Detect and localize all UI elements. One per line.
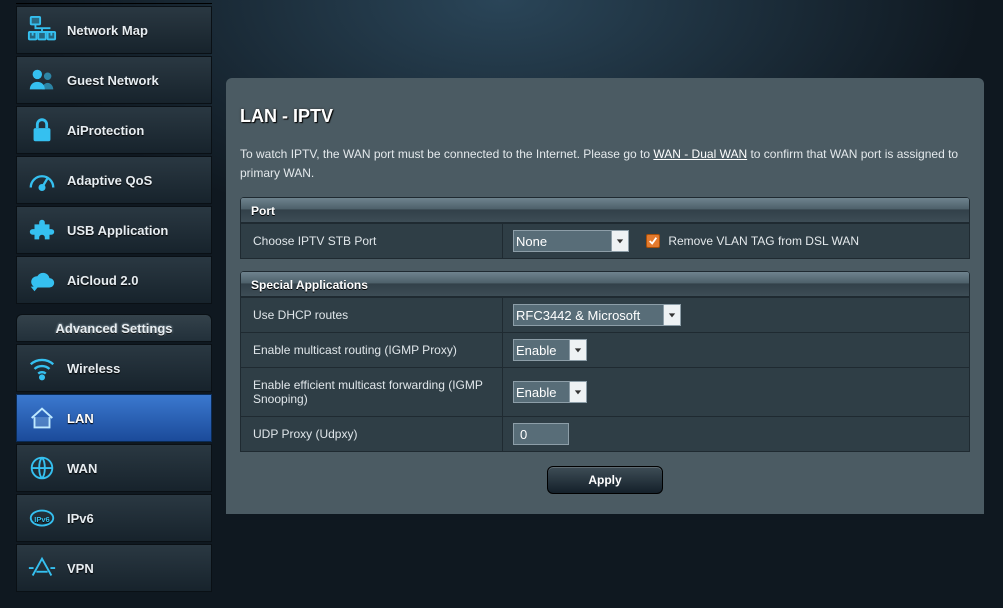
- checkbox-remove-vlan-tag[interactable]: [646, 234, 660, 248]
- sidebar-item-wireless[interactable]: Wireless: [16, 344, 212, 392]
- dropdown-arrow-icon: [611, 230, 629, 252]
- row-igmp-snooping: Enable efficient multicast forwarding (I…: [241, 368, 970, 417]
- page-desc-text-1: To watch IPTV, the WAN port must be conn…: [240, 147, 653, 161]
- section-header-port: Port: [240, 197, 970, 223]
- label-use-dhcp-routes: Use DHCP routes: [241, 298, 503, 333]
- sidebar-item-aiprotection[interactable]: AiProtection: [16, 106, 212, 154]
- section-special-applications: Special Applications Use DHCP routes RFC…: [240, 271, 970, 452]
- dropdown-arrow-icon: [569, 381, 587, 403]
- select-dhcp-routes[interactable]: RFC3442 & Microsoft: [513, 304, 663, 326]
- page-title: LAN - IPTV: [226, 78, 984, 127]
- lock-icon: [27, 115, 57, 145]
- sidebar-item-label: Network Map: [67, 23, 148, 38]
- sidebar: Network Map Guest Network AiProtection A…: [16, 0, 212, 592]
- link-wan-dual-wan[interactable]: WAN - Dual WAN: [653, 147, 747, 161]
- sidebar-item-ipv6[interactable]: IPv6 IPv6: [16, 494, 212, 542]
- sidebar-item-guest-network[interactable]: Guest Network: [16, 56, 212, 104]
- label-igmp-snooping: Enable efficient multicast forwarding (I…: [241, 368, 503, 417]
- sidebar-item-lan[interactable]: LAN: [16, 394, 212, 442]
- sidebar-item-label: Guest Network: [67, 73, 159, 88]
- svg-text:IPv6: IPv6: [34, 515, 49, 524]
- apply-row: Apply: [226, 452, 984, 514]
- select-igmp-snooping[interactable]: Enable: [513, 381, 569, 403]
- row-choose-iptv-stb-port: Choose IPTV STB Port None: [241, 224, 970, 259]
- section-header-special: Special Applications: [240, 271, 970, 297]
- page-description: To watch IPTV, the WAN port must be conn…: [226, 127, 984, 197]
- sidebar-item-label: WAN: [67, 461, 97, 476]
- sidebar-item-vpn[interactable]: VPN: [16, 544, 212, 592]
- row-igmp-proxy: Enable multicast routing (IGMP Proxy) En…: [241, 333, 970, 368]
- label-igmp-proxy: Enable multicast routing (IGMP Proxy): [241, 333, 503, 368]
- sidebar-item-usb-application[interactable]: USB Application: [16, 206, 212, 254]
- gauge-icon: [27, 165, 57, 195]
- main-panel: LAN - IPTV To watch IPTV, the WAN port m…: [226, 78, 984, 514]
- wifi-icon: [27, 353, 57, 383]
- checkbox-remove-vlan-tag-wrapper: Remove VLAN TAG from DSL WAN: [646, 234, 859, 248]
- row-udproxy: UDP Proxy (Udpxy): [241, 417, 970, 452]
- dropdown-arrow-icon: [569, 339, 587, 361]
- select-igmp-proxy[interactable]: Enable: [513, 339, 569, 361]
- checkbox-remove-vlan-tag-label: Remove VLAN TAG from DSL WAN: [668, 234, 859, 248]
- vpn-icon: [27, 553, 57, 583]
- sidebar-item-label: Wireless: [67, 361, 120, 376]
- apply-button[interactable]: Apply: [547, 466, 663, 494]
- label-udproxy: UDP Proxy (Udpxy): [241, 417, 503, 452]
- input-udproxy[interactable]: [513, 423, 569, 445]
- sidebar-section-advanced: Advanced Settings: [16, 314, 212, 342]
- guest-network-icon: [27, 65, 57, 95]
- sidebar-item-aicloud[interactable]: AiCloud 2.0: [16, 256, 212, 304]
- row-use-dhcp-routes: Use DHCP routes RFC3442 & Microsoft: [241, 298, 970, 333]
- sidebar-item-label: VPN: [67, 561, 94, 576]
- sidebar-item-label: Adaptive QoS: [67, 173, 152, 188]
- select-iptv-stb-port-wrapper: None: [513, 230, 629, 252]
- sidebar-item-adaptive-qos[interactable]: Adaptive QoS: [16, 156, 212, 204]
- checkmark-icon: [648, 236, 658, 246]
- sidebar-item-label: IPv6: [67, 511, 94, 526]
- section-port: Port Choose IPTV STB Port None: [240, 197, 970, 259]
- globe-icon: [27, 453, 57, 483]
- network-map-icon: [27, 15, 57, 45]
- cloud-icon: [27, 265, 57, 295]
- sidebar-item-label: USB Application: [67, 223, 168, 238]
- sidebar-item-label: LAN: [67, 411, 94, 426]
- sidebar-item-network-map[interactable]: Network Map: [16, 6, 212, 54]
- sidebar-item-label: AiProtection: [67, 123, 144, 138]
- dropdown-arrow-icon: [663, 304, 681, 326]
- select-iptv-stb-port[interactable]: None: [513, 230, 611, 252]
- ipv6-icon: IPv6: [27, 503, 57, 533]
- home-icon: [27, 403, 57, 433]
- puzzle-icon: [27, 215, 57, 245]
- sidebar-item-label: AiCloud 2.0: [67, 273, 139, 288]
- label-choose-iptv-stb-port: Choose IPTV STB Port: [241, 224, 503, 259]
- sidebar-item-wan[interactable]: WAN: [16, 444, 212, 492]
- sidebar-section-general: [16, 0, 212, 4]
